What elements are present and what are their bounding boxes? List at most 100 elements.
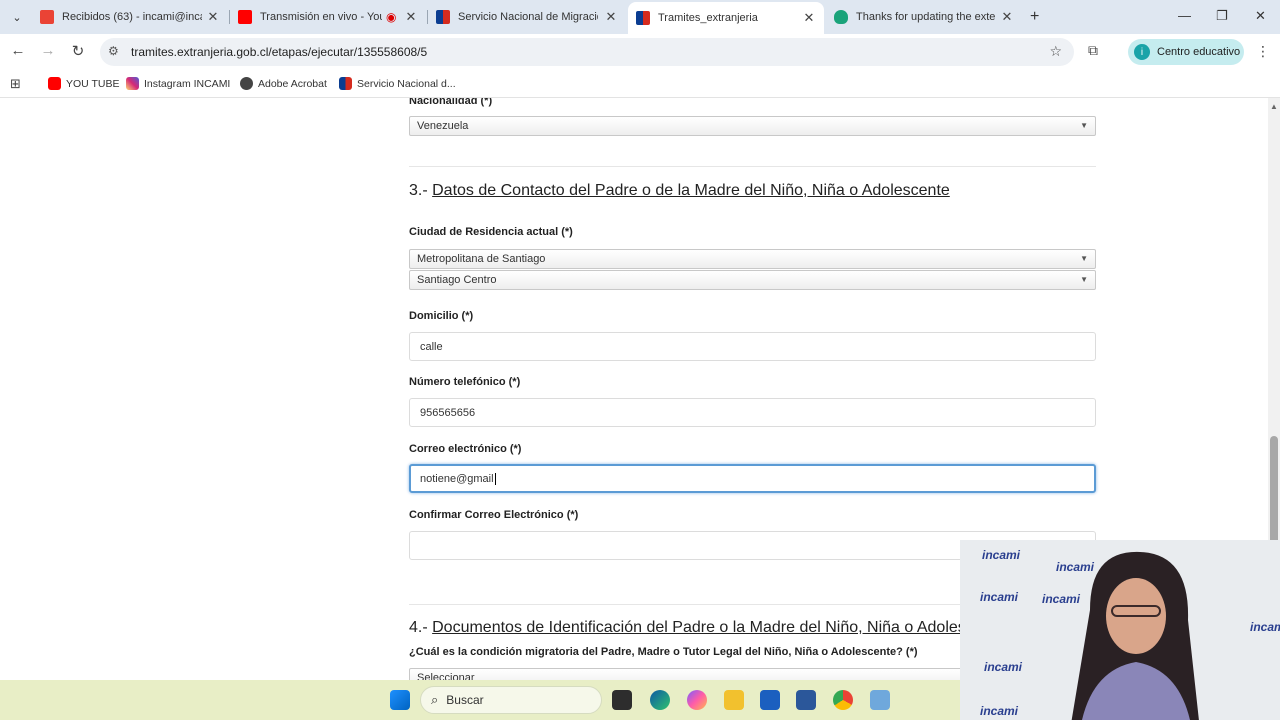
domicilio-value: calle — [420, 341, 443, 353]
dropdown-arrow-icon: ▼ — [1080, 275, 1088, 284]
instagram-icon — [126, 77, 139, 90]
watermark-text: incami — [984, 660, 1023, 674]
tab-extension-updated[interactable]: Thanks for updating the extension ✕ — [826, 4, 1022, 30]
bookmark-star-icon[interactable]: ☆ — [1049, 43, 1062, 60]
back-arrow-icon[interactable]: ← — [8, 42, 28, 59]
menu-kebab-icon[interactable]: ⋮ — [1256, 43, 1270, 60]
bookmark-label: Instagram INCAMI — [144, 77, 231, 90]
region-select[interactable]: Metropolitana de Santiago ▼ — [409, 249, 1096, 269]
telefono-input[interactable]: 956565656 — [409, 398, 1096, 427]
section-3-title: 3.- Datos de Contacto del Padre o de la … — [409, 182, 950, 200]
gov-chile-icon — [436, 10, 450, 24]
tab-strip: ⌄ Recibidos (63) - incami@incami ✕ Trans… — [0, 0, 1280, 34]
domicilio-label: Domicilio (*) — [409, 310, 474, 322]
close-icon[interactable]: ✕ — [604, 9, 618, 25]
close-icon[interactable]: ✕ — [1000, 9, 1014, 25]
comuna-select[interactable]: Santiago Centro ▼ — [409, 270, 1096, 290]
dropdown-arrow-icon: ▼ — [1080, 254, 1088, 263]
dropdown-arrow-icon: ▼ — [1080, 121, 1088, 130]
section-number: 4.- — [409, 619, 428, 636]
tab-search-chevron-icon[interactable]: ⌄ — [6, 7, 28, 27]
correo-value: notiene@gmail — [420, 473, 494, 485]
bookmark-instagram[interactable]: Instagram INCAMI — [126, 77, 230, 90]
divider — [409, 166, 1096, 167]
correo-label: Correo electrónico (*) — [409, 443, 522, 455]
close-icon[interactable]: ✕ — [802, 10, 816, 26]
globe-icon — [240, 77, 253, 90]
reload-icon[interactable]: ↻ — [68, 42, 88, 60]
file-explorer-icon[interactable] — [724, 690, 744, 710]
chrome-icon[interactable] — [833, 690, 853, 710]
task-view-icon[interactable] — [612, 690, 632, 710]
profile-button[interactable]: i Centro educativo — [1128, 39, 1244, 65]
bookmark-servicio-nacional[interactable]: Servicio Nacional d... — [339, 77, 456, 90]
bookmark-label: Servicio Nacional d... — [357, 77, 456, 90]
watermark-text: incami — [980, 704, 1019, 718]
copilot-icon[interactable] — [687, 690, 707, 710]
nacionalidad-value: Venezuela — [417, 120, 469, 132]
scroll-up-arrow-icon[interactable]: ▲ — [1270, 102, 1278, 111]
new-tab-plus-icon[interactable]: + — [1030, 8, 1039, 26]
apps-grid-icon[interactable]: ⊞ — [10, 76, 21, 92]
presenter-image — [1071, 551, 1199, 720]
tab-tramites-extranjeria[interactable]: Tramites_extranjeria ✕ — [628, 2, 824, 34]
minimize-icon[interactable]: — — [1178, 8, 1191, 23]
site-settings-icon[interactable]: ⚙ — [108, 44, 119, 58]
tab-title: Tramites_extranjeria — [658, 12, 758, 24]
edge-icon[interactable] — [650, 690, 670, 710]
section-4-title: 4.- Documentos de Identificación del Pad… — [409, 619, 1005, 637]
tab-gmail[interactable]: Recibidos (63) - incami@incami ✕ — [32, 4, 228, 30]
gov-chile-icon — [636, 11, 650, 25]
shield-icon — [834, 10, 848, 24]
profile-avatar-icon: i — [1134, 44, 1150, 60]
bookmark-label: YOU TUBE — [66, 77, 120, 90]
webcam-overlay: incami incami incami incami incami incam… — [960, 540, 1280, 720]
youtube-icon — [48, 77, 61, 90]
close-icon[interactable]: ✕ — [206, 9, 220, 25]
confirmar-correo-label: Confirmar Correo Electrónico (*) — [409, 509, 579, 521]
extensions-puzzle-icon[interactable]: ⧉ — [1088, 42, 1098, 59]
forward-arrow-icon[interactable]: → — [38, 42, 58, 59]
ciudad-label: Ciudad de Residencia actual (*) — [409, 226, 573, 238]
tab-title: Transmisión en vivo - YouTube — [260, 11, 382, 23]
gov-chile-icon — [339, 77, 352, 90]
address-bar[interactable]: ⚙ tramites.extranjeria.gob.cl/etapas/eje… — [100, 38, 1074, 66]
comuna-value: Santiago Centro — [417, 274, 497, 286]
microsoft-store-icon[interactable] — [760, 690, 780, 710]
close-icon[interactable]: ✕ — [404, 9, 418, 25]
word-icon[interactable] — [796, 690, 816, 710]
tab-youtube[interactable]: Transmisión en vivo - YouTube ◉ ✕ — [230, 4, 426, 30]
bookmark-youtube[interactable]: YOU TUBE — [48, 77, 119, 90]
tab-migraciones[interactable]: Servicio Nacional de Migraciones ✕ — [428, 4, 626, 30]
condicion-migratoria-label: ¿Cuál es la condición migratoria del Pad… — [409, 646, 918, 658]
telefono-value: 956565656 — [420, 407, 476, 419]
bookmark-adobe-acrobat[interactable]: Adobe Acrobat — [240, 77, 327, 90]
recording-icon: ◉ — [386, 10, 397, 24]
bookmark-label: Adobe Acrobat — [258, 77, 327, 90]
gmail-icon — [40, 10, 54, 24]
youtube-icon — [238, 10, 252, 24]
correo-input[interactable]: notiene@gmail — [409, 464, 1096, 493]
window-close-icon[interactable]: ✕ — [1255, 8, 1266, 24]
profile-label: Centro educativo — [1157, 46, 1241, 58]
nacionalidad-label: Nacionalidad (*) — [409, 98, 493, 107]
watermark-text: incami — [1250, 620, 1280, 634]
url-text[interactable]: tramites.extranjeria.gob.cl/etapas/ejecu… — [131, 45, 427, 59]
windows-start-icon[interactable] — [390, 690, 410, 710]
restore-icon[interactable]: ❐ — [1216, 8, 1228, 24]
domicilio-input[interactable]: calle — [409, 332, 1096, 361]
region-value: Metropolitana de Santiago — [417, 253, 546, 265]
taskbar-search[interactable]: ⌕ Buscar — [420, 686, 602, 714]
text-caret — [494, 473, 496, 485]
tab-title: Thanks for updating the extension — [856, 11, 996, 23]
section-number: 3.- — [409, 182, 428, 199]
tab-title: Servicio Nacional de Migraciones — [458, 11, 598, 23]
taskbar-search-label: Buscar — [446, 693, 484, 707]
windows-taskbar: ⌕ Buscar — [0, 680, 960, 720]
condicion-migratoria-value: Seleccionar — [417, 672, 475, 680]
snipping-tool-icon[interactable] — [870, 690, 890, 710]
search-icon: ⌕ — [431, 692, 439, 707]
telefono-label: Número telefónico (*) — [409, 376, 521, 388]
watermark-text: incami — [980, 590, 1019, 604]
nacionalidad-select[interactable]: Venezuela ▼ — [409, 116, 1096, 136]
